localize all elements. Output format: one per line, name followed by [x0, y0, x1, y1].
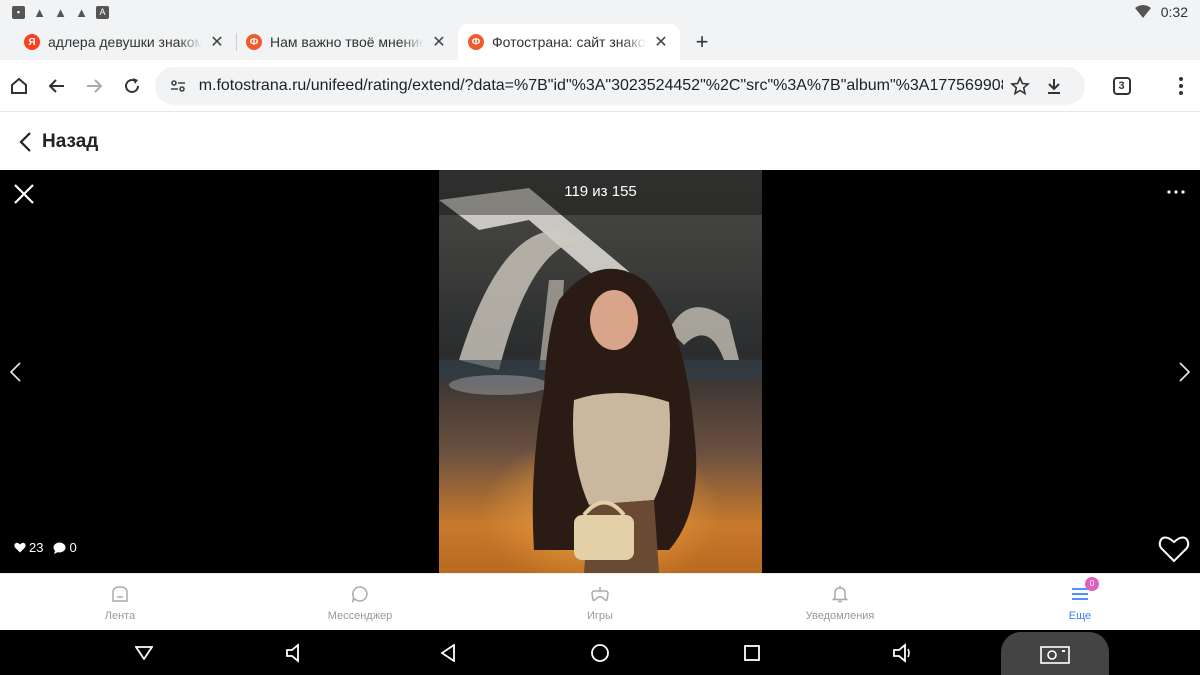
gamepad-icon	[589, 583, 611, 605]
photo-stats: 23 0	[14, 540, 77, 555]
wifi-icon	[1134, 5, 1151, 18]
hide-nav-button[interactable]	[131, 640, 157, 666]
letter-a-icon: A	[96, 5, 109, 19]
comment-icon	[53, 542, 66, 554]
warning-icon: ▲	[75, 4, 88, 20]
square-icon	[744, 645, 760, 661]
nav-label: Лента	[104, 609, 136, 622]
menu-icon: 0	[1069, 576, 1099, 605]
address-bar[interactable]: m.fotostrana.ru/unifeed/rating/extend/?d…	[154, 66, 1085, 105]
home-icon	[10, 77, 27, 94]
photo[interactable]: 119 из 155	[439, 170, 762, 573]
site-settings-icon[interactable]	[169, 77, 187, 95]
fotostrana-icon: Ф	[468, 34, 484, 50]
notification-icons: ▪ ▲ ▲ ▲ A	[12, 4, 109, 20]
android-home-button[interactable]	[587, 640, 613, 666]
nav-label: Игры	[587, 609, 613, 622]
triangle-down-icon	[135, 646, 153, 660]
tab-title: Фотострана: сайт знакомс	[492, 34, 646, 50]
comments-value: 0	[69, 540, 77, 555]
nav-label: Уведомления	[805, 609, 875, 622]
tab-title: адлера девушки знакомст	[48, 34, 202, 50]
browser-menu-button[interactable]	[1162, 63, 1200, 109]
page-header: Назад	[0, 113, 1200, 170]
volume-up-button[interactable]	[890, 640, 916, 666]
android-recents-button[interactable]	[739, 640, 765, 666]
nav-label: Еще	[1068, 609, 1092, 622]
tab-switcher-button[interactable]: 3	[1103, 63, 1141, 109]
reload-icon	[124, 77, 139, 93]
nav-item-games[interactable]: Игры	[480, 574, 720, 630]
heart-icon	[14, 542, 26, 553]
browser-tab-2[interactable]: Ф Нам важно твоё мнение. П ✕	[236, 24, 458, 60]
yandex-icon: Я	[24, 34, 40, 50]
android-nav-bar	[0, 630, 1200, 675]
download-button[interactable]	[1037, 69, 1071, 103]
comments-count[interactable]: 0	[53, 540, 77, 555]
back-label: Назад	[42, 130, 99, 152]
close-icon[interactable]: ✕	[652, 33, 670, 51]
arrow-right-icon	[87, 78, 103, 93]
forward-button[interactable]	[75, 63, 113, 109]
tab-count: 3	[1112, 76, 1131, 95]
browser-toolbar: m.fotostrana.ru/unifeed/rating/extend/?d…	[0, 60, 1200, 112]
photo-counter: 119 из 155	[564, 183, 637, 200]
camera-icon	[1040, 645, 1070, 664]
download-icon	[1047, 78, 1060, 94]
android-back-button[interactable]	[435, 640, 461, 666]
nav-item-messenger[interactable]: Мессенджер	[240, 574, 480, 630]
close-icon[interactable]: ✕	[208, 33, 226, 51]
tab-strip: Я адлера девушки знакомст ✕ Ф Нам важно …	[0, 24, 1200, 60]
close-icon[interactable]: ✕	[430, 33, 448, 51]
volume-down-button[interactable]	[282, 640, 308, 666]
fotostrana-icon: Ф	[246, 34, 262, 50]
circle-icon	[591, 644, 609, 662]
reload-button[interactable]	[113, 63, 151, 109]
browser-tab-1[interactable]: Я адлера девушки знакомст ✕	[14, 24, 236, 60]
back-button[interactable]	[38, 63, 76, 109]
chat-bubble-icon	[349, 583, 371, 605]
chevron-left-icon[interactable]	[6, 360, 26, 384]
status-bar: ▪ ▲ ▲ ▲ A 0:32	[0, 0, 1200, 24]
new-tab-button[interactable]: +	[684, 24, 720, 60]
warning-icon: ▲	[54, 4, 67, 20]
likes-value: 23	[29, 540, 44, 555]
close-icon[interactable]	[12, 182, 36, 206]
bell-icon	[829, 583, 851, 605]
chevron-right-icon[interactable]	[1174, 360, 1194, 384]
nav-item-feed[interactable]: Лента	[0, 574, 240, 630]
browser-tab-3[interactable]: Ф Фотострана: сайт знакомс ✕	[458, 24, 680, 60]
notification-badge: 0	[1085, 576, 1099, 591]
more-vertical-icon	[1179, 76, 1184, 95]
back-link[interactable]: Назад	[18, 131, 98, 153]
warning-icon: ▲	[33, 4, 46, 20]
more-horizontal-icon[interactable]	[1166, 184, 1186, 200]
arrow-left-icon	[48, 78, 64, 93]
star-icon	[1009, 75, 1030, 95]
image-icon: ▪	[12, 5, 25, 19]
volume-icon	[286, 643, 299, 663]
volume-up-icon	[893, 643, 910, 663]
nav-item-notifications[interactable]: Уведомления	[720, 574, 960, 630]
feed-icon	[109, 583, 131, 605]
url-text[interactable]: m.fotostrana.ru/unifeed/rating/extend/?d…	[199, 77, 1003, 95]
site-bottom-nav: Лента Мессенджер Игры Уведомления 0 Еще	[0, 573, 1200, 630]
chevron-left-icon	[19, 131, 31, 152]
heart-outline-icon[interactable]	[1158, 534, 1190, 564]
likes-count[interactable]: 23	[14, 540, 43, 555]
bookmark-star-button[interactable]	[1003, 69, 1037, 103]
clock: 0:32	[1160, 4, 1188, 20]
tab-title: Нам важно твоё мнение. П	[270, 34, 424, 50]
photo-illustration	[439, 170, 762, 573]
triangle-left-icon	[440, 644, 455, 662]
nav-label: Мессенджер	[327, 609, 393, 622]
nav-item-more[interactable]: 0 Еще	[960, 574, 1200, 630]
screenshot-button[interactable]	[1001, 632, 1109, 675]
photo-viewer: 119 из 155 23 0	[0, 170, 1200, 573]
home-button[interactable]	[0, 63, 38, 109]
